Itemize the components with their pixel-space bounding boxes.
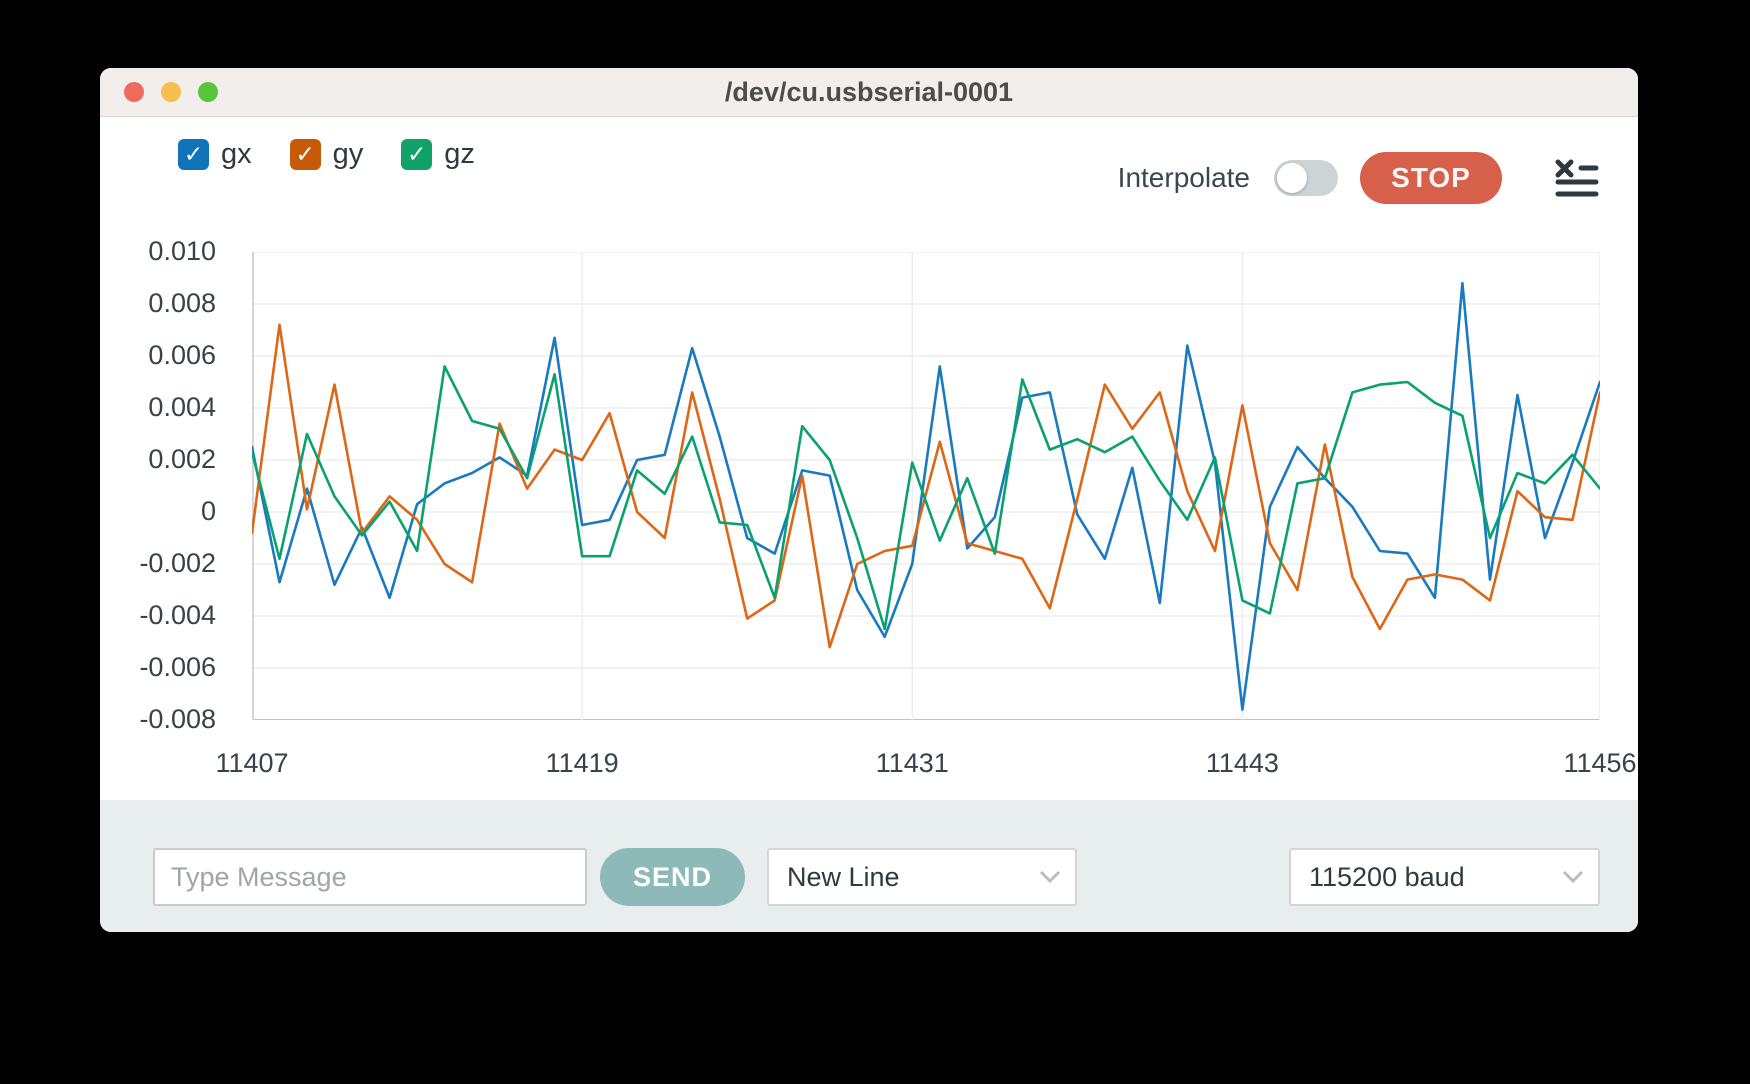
y-tick-label: 0.008	[100, 288, 216, 319]
y-tick-label: 0.002	[100, 444, 216, 475]
x-axis-labels: 11407 11419 11431 11443 11456	[100, 748, 1638, 782]
traffic-lights	[124, 68, 218, 116]
series-label: gx	[221, 138, 252, 171]
series-checkbox-gx[interactable]: ✓ gx	[178, 138, 252, 171]
y-tick-label: 0.010	[100, 236, 216, 267]
bottom-bar: SEND New Line 115200 baud	[100, 800, 1638, 932]
y-tick-label: -0.004	[100, 600, 216, 631]
title-bar: /dev/cu.usbserial-0001	[100, 68, 1638, 117]
series-checkbox-gz[interactable]: ✓ gz	[401, 138, 475, 171]
series-line-gy	[252, 325, 1600, 647]
x-tick-label: 11443	[1206, 748, 1279, 779]
baud-rate-select[interactable]: 115200 baud	[1289, 848, 1600, 906]
y-tick-label: 0.006	[100, 340, 216, 371]
toolbar-right: Interpolate STOP	[1118, 152, 1600, 204]
y-tick-label: 0	[100, 496, 216, 527]
close-button[interactable]	[124, 82, 144, 102]
x-tick-label: 11456	[1563, 748, 1636, 779]
toggle-knob	[1277, 163, 1307, 193]
y-tick-label: -0.002	[100, 548, 216, 579]
y-tick-label: 0.004	[100, 392, 216, 423]
message-input[interactable]	[153, 848, 587, 906]
line-ending-select[interactable]: New Line	[767, 848, 1077, 906]
app-window: /dev/cu.usbserial-0001 ✓ gx ✓ gy ✓ gz Interpo…	[100, 68, 1638, 932]
interpolate-label: Interpolate	[1118, 162, 1250, 194]
chevron-down-icon	[1039, 870, 1061, 884]
zoom-button[interactable]	[198, 82, 218, 102]
y-tick-label: -0.006	[100, 652, 216, 683]
interpolate-toggle[interactable]	[1274, 160, 1338, 196]
line-ending-value: New Line	[787, 862, 900, 893]
series-checkbox-gy[interactable]: ✓ gy	[290, 138, 364, 171]
checkbox-icon: ✓	[178, 139, 209, 170]
stop-button[interactable]: STOP	[1360, 152, 1502, 204]
x-tick-label: 11431	[876, 748, 949, 779]
x-tick-label: 11407	[215, 748, 288, 779]
series-label: gz	[444, 138, 475, 171]
minimize-button[interactable]	[161, 82, 181, 102]
y-tick-label: -0.008	[100, 704, 216, 735]
series-label: gy	[333, 138, 364, 171]
send-button[interactable]: SEND	[600, 848, 745, 906]
baud-rate-value: 115200 baud	[1309, 862, 1465, 893]
checkbox-icon: ✓	[401, 139, 432, 170]
series-toggles: ✓ gx ✓ gy ✓ gz	[178, 138, 475, 171]
line-chart	[252, 252, 1600, 720]
window-title: /dev/cu.usbserial-0001	[725, 77, 1013, 108]
checkbox-icon: ✓	[290, 139, 321, 170]
chevron-down-icon	[1562, 870, 1584, 884]
x-tick-label: 11419	[546, 748, 619, 779]
clear-list-icon[interactable]	[1554, 157, 1600, 199]
